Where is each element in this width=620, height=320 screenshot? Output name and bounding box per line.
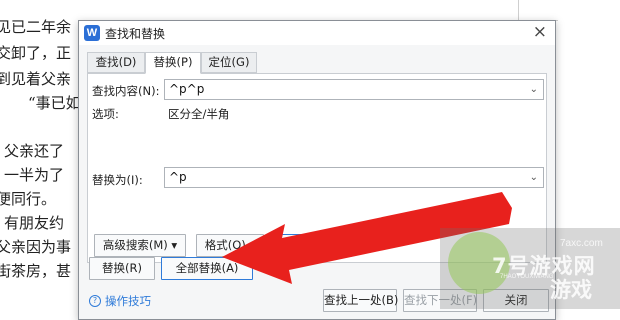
replace-label: 替换为(I): xyxy=(92,173,143,187)
watermark-url: 7axc.com xyxy=(560,238,603,249)
doc-line: 交卸了，正 xyxy=(0,44,72,62)
options-value: 区分全/半角 xyxy=(168,107,230,121)
chevron-down-icon[interactable]: ⌄ xyxy=(530,168,538,187)
find-label: 查找内容(N): xyxy=(92,84,160,98)
replace-all-button[interactable]: 全部替换(A) xyxy=(161,257,253,280)
replace-button[interactable]: 替换(R) xyxy=(89,257,155,280)
options-label: 选项: xyxy=(92,107,119,121)
watermark-small-text: 7HAOYOUXIWANG xyxy=(500,274,554,280)
page-edge xyxy=(518,0,519,22)
help-icon[interactable]: ? xyxy=(89,295,101,307)
chevron-down-icon[interactable]: ⌄ xyxy=(530,80,538,99)
doc-line: “事已如 xyxy=(28,94,81,112)
special-format-button[interactable]: 特殊格式(E) ▾ xyxy=(272,234,352,257)
watermark-text: 游戏 xyxy=(550,278,592,302)
doc-line: 便同行。 xyxy=(0,190,57,208)
find-input[interactable]: ^p^p ⌄ xyxy=(164,79,544,100)
tips-link[interactable]: 操作技巧 xyxy=(105,293,151,309)
doc-line: 父亲还了 xyxy=(4,142,65,160)
wps-writer-icon: W xyxy=(84,25,100,41)
find-value: ^p^p xyxy=(169,82,205,96)
title-bar[interactable]: W 查找和替换 × xyxy=(79,21,555,45)
doc-line: 有朋友约 xyxy=(4,214,65,232)
format-button[interactable]: 格式(O) ▾ xyxy=(196,234,264,257)
tab-goto[interactable]: 定位(G) xyxy=(201,52,257,73)
close-icon[interactable]: × xyxy=(533,22,547,42)
doc-line: 到见着父亲 xyxy=(0,70,72,88)
replace-input[interactable]: ^p ⌄ xyxy=(164,167,544,188)
dialog-title: 查找和替换 xyxy=(105,27,166,41)
tab-replace[interactable]: 替换(P) xyxy=(145,52,201,74)
replace-value: ^p xyxy=(169,170,187,184)
doc-line: 见已二年余 xyxy=(0,18,72,36)
tab-find[interactable]: 查找(D) xyxy=(87,52,145,73)
doc-line: 父亲因为事 xyxy=(0,238,72,256)
watermark: 7axc.com 7号游戏网 7HAOYOUXIWANG 游戏 xyxy=(440,228,620,309)
advanced-search-button[interactable]: 高级搜索(M) ▾ xyxy=(94,234,186,257)
doc-line: 街茶房，甚 xyxy=(0,262,72,280)
doc-line: 一半为了 xyxy=(4,166,65,184)
